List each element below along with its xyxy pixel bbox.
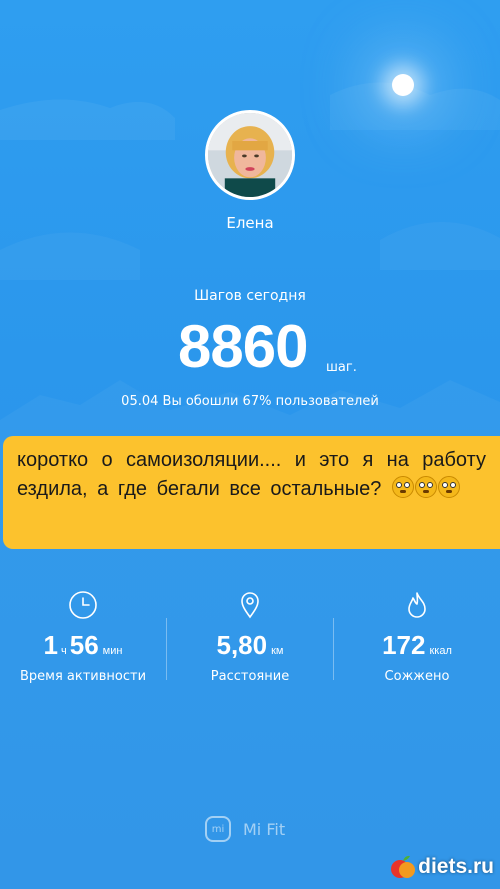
apple-logo-icon <box>391 855 416 878</box>
avatar[interactable] <box>205 110 295 200</box>
flushed-face-emoji-icon <box>437 476 460 498</box>
distance-unit: км <box>271 645 284 657</box>
mi-logo-icon: mi <box>205 816 231 842</box>
flame-icon <box>408 592 426 618</box>
activity-minutes: 56 <box>69 630 99 660</box>
clock-icon <box>69 591 97 619</box>
rank-text: 05.04 Вы обошли 67% пользователей <box>121 394 379 409</box>
flushed-face-emoji-icon <box>414 476 437 498</box>
calories-unit: ккал <box>429 645 452 657</box>
activity-minutes-unit: мин <box>102 645 123 657</box>
steps-count[interactable]: 8860 <box>178 312 308 381</box>
caption-banner: коротко о самоизоляции.... и это я на ра… <box>3 436 500 549</box>
watermark-text: diets.ru <box>418 855 494 878</box>
activity-hours-unit: ч <box>61 645 67 657</box>
sun-decoration <box>392 74 414 96</box>
activity-hours: 1 <box>43 630 58 660</box>
distance-value: 5,80 <box>216 630 268 660</box>
calories-value: 172 <box>382 630 426 660</box>
calories-label: Сожжено <box>384 669 450 684</box>
steps-unit: шаг. <box>326 360 357 375</box>
steps-label: Шагов сегодня <box>194 288 306 304</box>
user-name: Елена <box>226 214 274 232</box>
brand-footer: mi Mi Fit <box>205 816 285 842</box>
activity-label: Время активности <box>19 669 147 684</box>
stat-distance[interactable]: 5,80 км Расстояние <box>167 590 333 684</box>
flushed-face-emoji-icon <box>391 476 414 498</box>
stat-calories[interactable]: 172 ккал Сожжено <box>334 590 500 684</box>
stat-activity-time[interactable]: 1 ч 56 мин Время активности <box>0 590 166 684</box>
brand-name: Mi Fit <box>243 819 286 839</box>
avatar-photo <box>208 113 292 197</box>
location-pin-icon <box>241 592 259 619</box>
watermark: diets.ru <box>388 852 494 882</box>
distance-label: Расстояние <box>210 669 290 684</box>
